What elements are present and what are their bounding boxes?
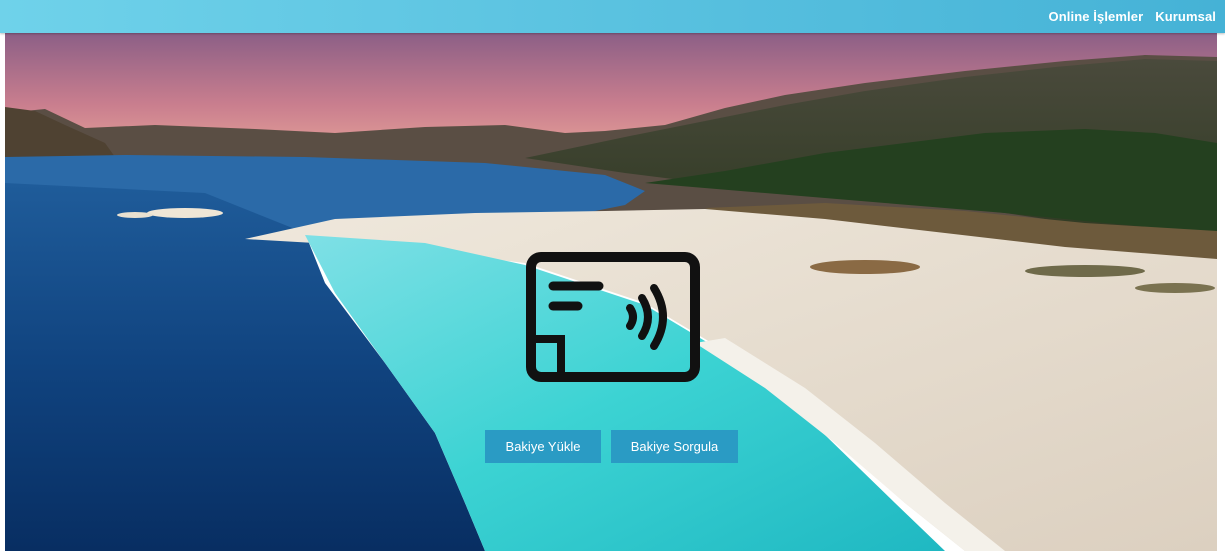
contactless-card-icon <box>526 252 700 382</box>
hero-banner: Bakiye Yükle Bakiye Sorgula <box>5 33 1217 551</box>
nav-kurumsal[interactable]: Kurumsal <box>1155 9 1216 24</box>
nav-online-islemler[interactable]: Online İşlemler <box>1049 9 1144 24</box>
bakiye-yukle-button[interactable]: Bakiye Yükle <box>485 430 601 463</box>
balance-actions: Bakiye Yükle Bakiye Sorgula <box>485 430 738 463</box>
main-nav: Online İşlemler Kurumsal <box>1049 0 1216 33</box>
bakiye-sorgula-button[interactable]: Bakiye Sorgula <box>611 430 738 463</box>
top-nav-bar: Online İşlemler Kurumsal <box>0 0 1225 33</box>
